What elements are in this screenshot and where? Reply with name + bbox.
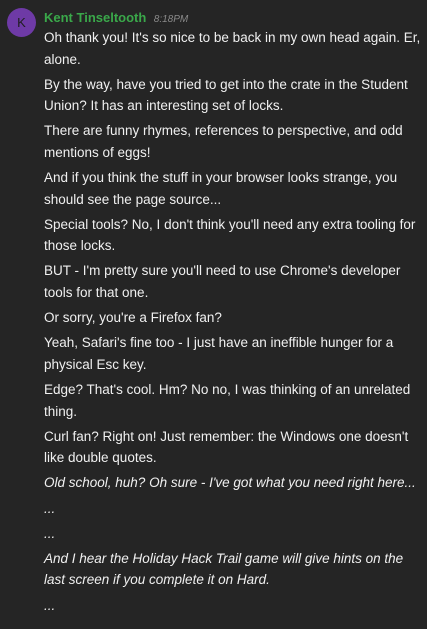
message-timestamp: 8:18PM xyxy=(153,14,189,25)
message-text: Oh thank you! It's so nice to be back in… xyxy=(44,30,421,67)
message-list: Oh thank you! It's so nice to be back in… xyxy=(44,27,422,620)
message-text: Old school, huh? Oh sure - I've got what… xyxy=(44,475,416,491)
message-text: By the way, have you tried to get into t… xyxy=(44,76,408,114)
message-text: Yeah, Safari's fine too - I just have an… xyxy=(44,335,394,372)
message-text: ... xyxy=(44,500,56,516)
avatar: K xyxy=(7,8,36,37)
message-text: Curl fan? Right on! Just remember: the W… xyxy=(44,428,409,466)
message-text: Special tools? No, I don't think you'll … xyxy=(44,216,416,254)
message-text: There are funny rhymes, references to pe… xyxy=(44,123,403,160)
message-header: Kent Tinseltooth 8:18PM xyxy=(44,9,188,27)
message-text: Edge? That's cool. Hm? No no, I was thin… xyxy=(44,382,411,419)
message-text: And I hear the Holiday Hack Trail game w… xyxy=(44,550,404,588)
message-text: Or sorry, you're a Firefox fan? xyxy=(44,310,222,326)
message-text: ... xyxy=(44,525,56,541)
chat-panel: K Kent Tinseltooth 8:18PM Oh thank you! … xyxy=(0,0,427,629)
author-name: Kent Tinseltooth xyxy=(44,10,147,25)
message-text: And if you think the stuff in your brows… xyxy=(44,170,398,207)
message-text: ... xyxy=(44,597,56,613)
message-text: BUT - I'm pretty sure you'll need to use… xyxy=(44,263,401,300)
